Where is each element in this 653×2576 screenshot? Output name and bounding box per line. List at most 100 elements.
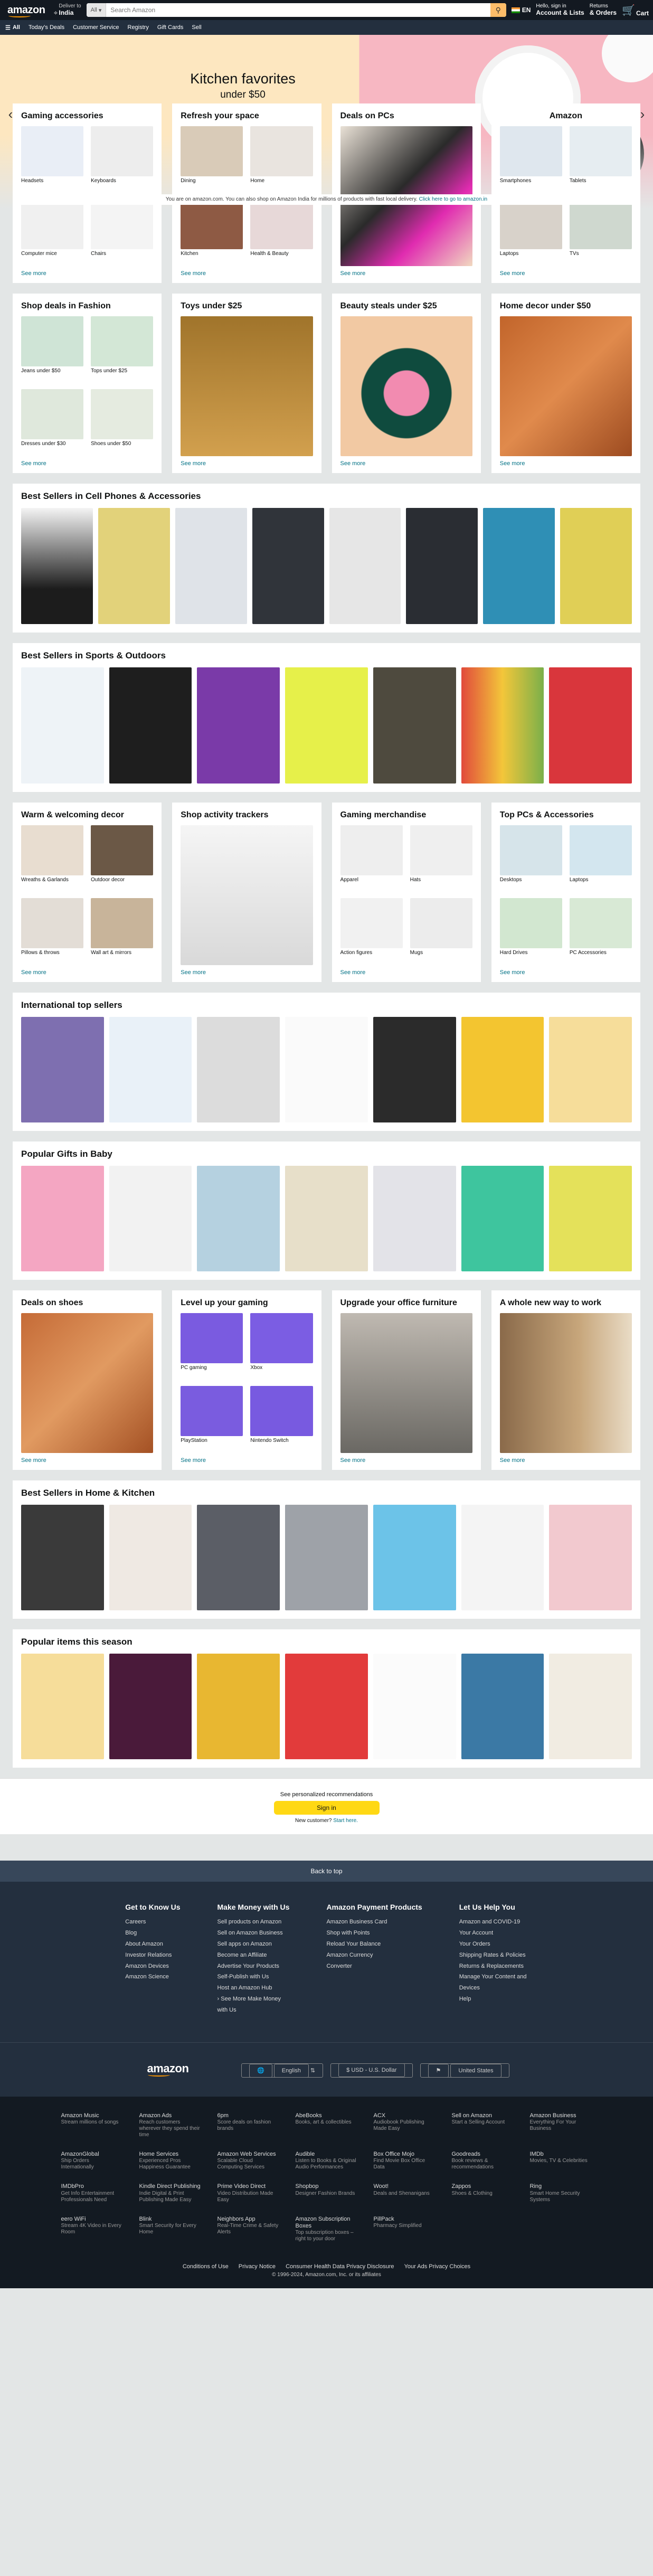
legal-link[interactable]: Consumer Health Data Privacy Disclosure (286, 2263, 394, 2270)
footer-link[interactable]: Your Account (459, 1928, 528, 1939)
see-more-link[interactable]: See more (340, 460, 472, 467)
quad-item[interactable]: Health & Beauty (250, 199, 313, 266)
product-image[interactable] (461, 1505, 544, 1610)
see-more-link[interactable]: See more (500, 1457, 632, 1464)
product-image[interactable] (549, 1017, 632, 1122)
product-image[interactable] (197, 1017, 280, 1122)
quad-item[interactable]: Pillows & throws (21, 898, 84, 965)
legal-link[interactable]: Privacy Notice (239, 2263, 276, 2270)
quad-item[interactable]: Dining (181, 126, 243, 193)
footer-link[interactable]: Sell products on Amazon (217, 1917, 286, 1928)
footer-service-item[interactable]: Box Office Mojo Find Movie Box Office Dat… (374, 2151, 436, 2171)
deliver-to[interactable]: ⌖ Deliver to India (53, 3, 81, 16)
footer-link[interactable]: Blog (125, 1928, 180, 1939)
footer-service-item[interactable]: Amazon Subscription Boxes Top subscriptio… (296, 2216, 358, 2242)
product-image[interactable] (21, 508, 93, 624)
product-image[interactable] (461, 1654, 544, 1759)
tracker-image[interactable] (181, 825, 313, 965)
quad-item[interactable]: Laptops (499, 199, 562, 266)
see-more-link[interactable]: See more (21, 460, 153, 467)
quad-item[interactable]: Hats (410, 825, 472, 892)
footer-service-item[interactable]: Ring Smart Home Security Systems (530, 2183, 592, 2203)
notice-link[interactable]: Click here to go to amazon.in (419, 196, 488, 202)
amazon-logo[interactable]: amazon (4, 4, 48, 17)
see-more-link[interactable]: See more (21, 270, 153, 277)
product-image[interactable] (285, 1505, 368, 1610)
quad-item[interactable]: Xbox (250, 1313, 313, 1380)
quad-item[interactable]: Wall art & mirrors (91, 898, 154, 965)
quad-item[interactable]: Wreaths & Garlands (21, 825, 84, 892)
quad-item[interactable]: Keyboards (91, 126, 154, 193)
office-image[interactable] (340, 1313, 472, 1453)
product-image[interactable] (373, 667, 456, 784)
see-more-link[interactable]: See more (500, 270, 632, 277)
search-button[interactable]: ⚲ (490, 3, 506, 17)
product-image[interactable] (461, 1017, 544, 1122)
product-image[interactable] (197, 1505, 280, 1610)
nav-link-gift-cards[interactable]: Gift Cards (157, 24, 184, 31)
footer-link[interactable]: Amazon Currency Converter (326, 1950, 395, 1972)
quad-item[interactable]: Kitchen (181, 199, 243, 266)
footer-service-item[interactable]: IMDb Movies, TV & Celebrities (530, 2151, 592, 2171)
shoes-image[interactable] (21, 1313, 154, 1453)
footer-service-item[interactable]: Kindle Direct Publishing Indie Digital & … (139, 2183, 202, 2203)
quad-item[interactable]: Dresses under $30 (21, 389, 84, 456)
footer-link[interactable]: Reload Your Balance (326, 1939, 395, 1950)
footer-link[interactable]: Your Orders (459, 1939, 528, 1950)
footer-link[interactable]: Help (459, 1994, 528, 2005)
product-image[interactable] (21, 1505, 104, 1610)
quad-item[interactable]: Smartphones (499, 126, 562, 193)
footer-link[interactable]: › See More Make Money with Us (217, 1994, 286, 2016)
product-image[interactable] (373, 1505, 456, 1610)
footer-link[interactable]: Become an Affiliate (217, 1950, 286, 1961)
footer-service-item[interactable]: 6pm Score deals on fashion brands (217, 2112, 280, 2138)
footer-service-item[interactable]: AbeBooks Books, art & collectibles (296, 2112, 358, 2138)
footer-link[interactable]: Amazon Business Card (326, 1917, 395, 1928)
quad-item[interactable]: Tablets (569, 126, 632, 193)
footer-link[interactable]: About Amazon (125, 1939, 180, 1950)
footer-link[interactable]: Advertise Your Products (217, 1961, 286, 1972)
product-image[interactable] (21, 1654, 104, 1759)
footer-link[interactable]: Manage Your Content and Devices (459, 1971, 528, 1994)
footer-service-item[interactable]: Amazon Web Services Scalable Cloud Comput… (217, 2151, 280, 2171)
footer-service-item[interactable]: Prime Video Direct Video Distribution Mad… (217, 2183, 280, 2203)
footer-service-item[interactable]: Amazon Business Everything For Your Busin… (530, 2112, 592, 2138)
product-image[interactable] (109, 1017, 192, 1122)
footer-currency-select[interactable]: $ USD - U.S. Dollar (330, 2063, 413, 2078)
footer-country-select[interactable]: ⚑ United States (420, 2063, 509, 2078)
product-image[interactable] (285, 1654, 368, 1759)
nav-link-sell[interactable]: Sell (192, 24, 201, 31)
product-image[interactable] (406, 508, 478, 624)
quad-item[interactable]: Desktops (499, 825, 562, 892)
product-image[interactable] (98, 508, 170, 624)
quad-item[interactable]: Shoes under $50 (91, 389, 154, 456)
quad-item[interactable]: Mugs (410, 898, 472, 965)
product-image[interactable] (461, 1166, 544, 1271)
see-more-link[interactable]: See more (500, 460, 632, 467)
product-image[interactable] (109, 1505, 192, 1610)
product-image[interactable] (373, 1017, 456, 1122)
beauty-image[interactable] (340, 316, 472, 456)
footer-link[interactable]: Amazon and COVID-19 (459, 1917, 528, 1928)
cart-button[interactable]: 🛒 Cart (622, 4, 649, 17)
product-image[interactable] (461, 667, 544, 784)
quad-item[interactable]: Apparel (340, 825, 403, 892)
product-image[interactable] (197, 1166, 280, 1271)
product-image[interactable] (549, 1505, 632, 1610)
quad-item[interactable]: Jeans under $50 (21, 316, 84, 383)
see-more-link[interactable]: See more (181, 270, 313, 277)
quad-item[interactable]: Nintendo Switch (250, 1385, 313, 1453)
see-more-link[interactable]: See more (21, 1457, 153, 1464)
product-image[interactable] (175, 508, 247, 624)
nav-link-deals[interactable]: Today's Deals (29, 24, 64, 31)
toys-image[interactable] (181, 316, 313, 456)
all-menu-button[interactable]: ☰ All (5, 24, 20, 31)
footer-link[interactable]: Sell on Amazon Business (217, 1928, 286, 1939)
quad-item[interactable]: PlayStation (181, 1385, 243, 1453)
home-decor-image[interactable] (499, 316, 632, 456)
quad-item[interactable]: TVs (569, 199, 632, 266)
quad-item[interactable]: Home (250, 126, 313, 193)
footer-link[interactable]: Amazon Devices (125, 1961, 180, 1972)
product-image[interactable] (549, 667, 632, 784)
footer-link[interactable]: Self-Publish with Us (217, 1971, 286, 1983)
